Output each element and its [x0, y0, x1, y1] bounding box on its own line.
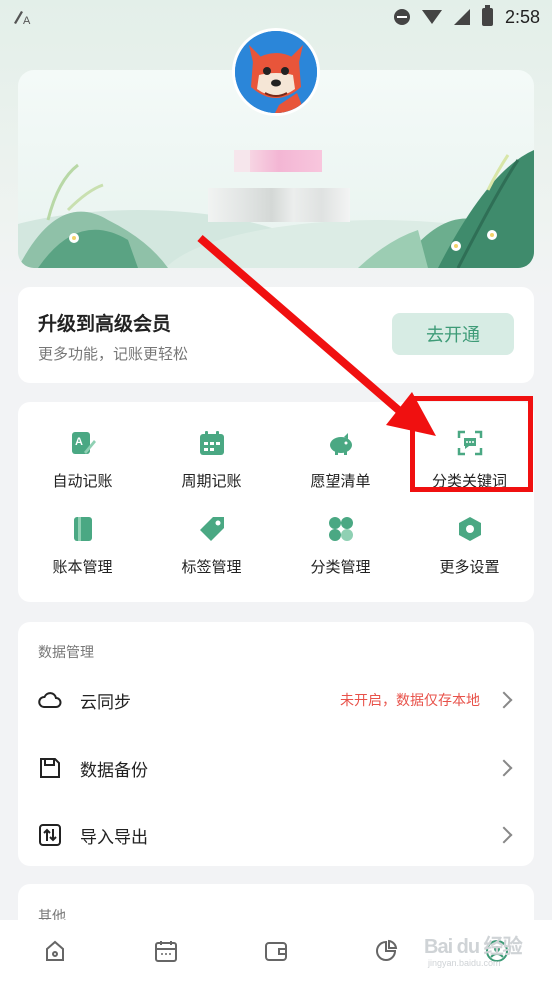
feature-label: 自动记账	[52, 473, 113, 490]
clock: 2:58	[504, 6, 540, 27]
auto-bookkeeping-icon: A	[71, 432, 96, 454]
feature-label: 账本管理	[52, 559, 113, 576]
do-not-disturb-icon	[393, 9, 410, 25]
settings-hex-icon	[458, 517, 481, 541]
import-export-icon	[39, 824, 61, 846]
calendar-icon	[199, 431, 224, 455]
tag-icon	[199, 517, 224, 541]
category-grid-icon	[328, 517, 353, 541]
scan-message-icon	[457, 430, 482, 456]
signal-icon	[453, 9, 470, 25]
cloud-icon	[38, 692, 62, 708]
row-cloud-sync[interactable]: 云同步 未开启，数据仅存本地	[18, 670, 534, 730]
feature-label: 更多设置	[439, 559, 500, 576]
feature-periodic-bookkeeping[interactable]: 周期记账	[147, 416, 276, 496]
activate-vip-button[interactable]: 去开通	[392, 313, 514, 355]
chevron-right-icon	[495, 826, 513, 844]
svg-text:A: A	[23, 15, 31, 25]
tab-statistics[interactable]	[356, 921, 416, 981]
username-blurred-left	[234, 150, 250, 172]
vip-title: 升级到高级会员	[38, 314, 172, 335]
save-icon	[40, 758, 60, 778]
wifi-icon	[421, 10, 442, 24]
feature-auto-bookkeeping[interactable]: A 自动记账	[18, 416, 147, 496]
pen-icon: A	[14, 11, 31, 25]
row-label: 导入导出	[80, 827, 148, 847]
user-id-blurred	[208, 188, 350, 222]
watermark-url: jingyan.baidu.com	[428, 958, 501, 968]
pie-chart-icon	[376, 939, 398, 961]
section-title: 数据管理	[38, 644, 94, 660]
wallet-icon	[264, 941, 287, 961]
vip-upgrade-card[interactable]: 升级到高级会员 更多功能，记账更轻松 去开通	[18, 287, 534, 383]
feature-more-settings[interactable]: 更多设置	[405, 502, 534, 582]
avatar[interactable]	[232, 28, 320, 116]
svg-text:A: A	[75, 436, 83, 448]
piggy-bank-icon	[329, 433, 352, 455]
calendar-icon	[154, 940, 177, 962]
feature-category-management[interactable]: 分类管理	[276, 502, 405, 582]
fox-avatar-icon	[235, 31, 317, 113]
watermark: Bai du 经验	[424, 936, 523, 958]
row-label: 云同步	[80, 692, 131, 712]
tab-home[interactable]	[25, 921, 85, 981]
feature-label: 周期记账	[181, 473, 242, 490]
feature-label: 分类管理	[310, 559, 371, 576]
vip-subtitle: 更多功能，记账更轻松	[38, 346, 189, 363]
chevron-right-icon	[495, 759, 513, 777]
username-blurred	[250, 150, 322, 172]
battery-icon	[481, 5, 493, 26]
feature-grid-card: A 自动记账 周期记账 愿望清单 分类关键词 账本管理 标签管理 分类管理 更多…	[18, 402, 534, 602]
tab-calendar[interactable]	[136, 921, 196, 981]
row-import-export[interactable]: 导入导出	[18, 805, 534, 865]
row-data-backup[interactable]: 数据备份	[18, 738, 534, 798]
cloud-sync-status: 未开启，数据仅存本地	[340, 692, 480, 708]
feature-wishlist[interactable]: 愿望清单	[276, 416, 405, 496]
feature-ledger-management[interactable]: 账本管理	[18, 502, 147, 582]
row-label: 数据备份	[80, 760, 148, 780]
feature-tag-management[interactable]: 标签管理	[147, 502, 276, 582]
book-icon	[73, 517, 92, 541]
tab-wallet[interactable]	[246, 921, 306, 981]
feature-label: 分类关键词	[431, 473, 507, 490]
home-icon	[46, 940, 65, 961]
status-left: A	[12, 9, 32, 25]
status-right: 2:58	[393, 5, 540, 28]
feature-category-keywords[interactable]: 分类关键词	[405, 416, 534, 496]
feature-label: 标签管理	[181, 559, 242, 576]
data-management-card: 数据管理 云同步 未开启，数据仅存本地 数据备份 导入导出	[18, 622, 534, 866]
chevron-right-icon	[495, 691, 513, 709]
feature-label: 愿望清单	[310, 473, 371, 490]
